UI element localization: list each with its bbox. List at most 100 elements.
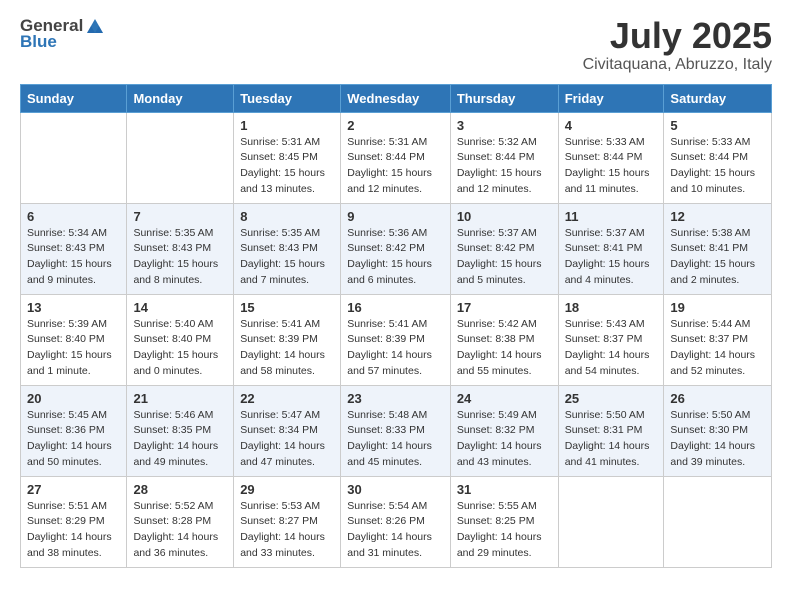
- calendar-cell: [664, 476, 772, 567]
- day-number: 13: [27, 300, 120, 315]
- calendar-cell: 25 Sunrise: 5:50 AMSunset: 8:31 PMDayligh…: [558, 385, 664, 476]
- calendar-cell: 6Sunrise: 5:34 AMSunset: 8:43 PMDaylight…: [21, 203, 127, 294]
- day-number: 3: [457, 118, 552, 133]
- calendar-cell: 9 Sunrise: 5:36 AMSunset: 8:42 PMDaylight…: [341, 203, 451, 294]
- calendar-cell: 5Sunrise: 5:33 AMSunset: 8:44 PMDaylight…: [664, 112, 772, 203]
- calendar-row: 6Sunrise: 5:34 AMSunset: 8:43 PMDaylight…: [21, 203, 772, 294]
- day-info: Sunrise: 5:41 AMSunset: 8:39 PMDaylight:…: [240, 317, 334, 380]
- col-tuesday: Tuesday: [234, 84, 341, 112]
- calendar-cell: 14 Sunrise: 5:40 AMSunset: 8:40 PMDayligh…: [127, 294, 234, 385]
- day-number: 31: [457, 482, 552, 497]
- day-info: Sunrise: 5:43 AMSunset: 8:37 PMDaylight:…: [565, 317, 658, 380]
- day-number: 23: [347, 391, 444, 406]
- day-info: Sunrise: 5:45 AMSunset: 8:36 PMDaylight:…: [27, 408, 120, 471]
- day-number: 14: [133, 300, 227, 315]
- logo-icon: [85, 17, 105, 35]
- day-number: 15: [240, 300, 334, 315]
- calendar-cell: 7 Sunrise: 5:35 AMSunset: 8:43 PMDaylight…: [127, 203, 234, 294]
- day-info: Sunrise: 5:48 AMSunset: 8:33 PMDaylight:…: [347, 408, 444, 471]
- day-number: 6: [27, 209, 120, 224]
- day-info: Sunrise: 5:38 AMSunset: 8:41 PMDaylight:…: [670, 226, 765, 289]
- day-info: Sunrise: 5:51 AMSunset: 8:29 PMDaylight:…: [27, 499, 120, 562]
- calendar-cell: 8 Sunrise: 5:35 AMSunset: 8:43 PMDaylight…: [234, 203, 341, 294]
- day-number: 20: [27, 391, 120, 406]
- calendar-cell: 23 Sunrise: 5:48 AMSunset: 8:33 PMDayligh…: [341, 385, 451, 476]
- calendar-cell: 31 Sunrise: 5:55 AMSunset: 8:25 PMDayligh…: [450, 476, 558, 567]
- day-number: 29: [240, 482, 334, 497]
- calendar-row: 13Sunrise: 5:39 AMSunset: 8:40 PMDayligh…: [21, 294, 772, 385]
- calendar-cell: 2 Sunrise: 5:31 AMSunset: 8:44 PMDaylight…: [341, 112, 451, 203]
- calendar-cell: 30 Sunrise: 5:54 AMSunset: 8:26 PMDayligh…: [341, 476, 451, 567]
- day-number: 27: [27, 482, 120, 497]
- day-info: Sunrise: 5:40 AMSunset: 8:40 PMDaylight:…: [133, 317, 227, 380]
- calendar-header-row: Sunday Monday Tuesday Wednesday Thursday…: [21, 84, 772, 112]
- calendar-cell: 24 Sunrise: 5:49 AMSunset: 8:32 PMDayligh…: [450, 385, 558, 476]
- day-info: Sunrise: 5:37 AMSunset: 8:42 PMDaylight:…: [457, 226, 552, 289]
- calendar-cell: 21 Sunrise: 5:46 AMSunset: 8:35 PMDayligh…: [127, 385, 234, 476]
- calendar-cell: 12 Sunrise: 5:38 AMSunset: 8:41 PMDayligh…: [664, 203, 772, 294]
- calendar-row: 1 Sunrise: 5:31 AMSunset: 8:45 PMDaylight…: [21, 112, 772, 203]
- calendar-cell: 18Sunrise: 5:43 AMSunset: 8:37 PMDayligh…: [558, 294, 664, 385]
- day-number: 30: [347, 482, 444, 497]
- col-thursday: Thursday: [450, 84, 558, 112]
- day-info: Sunrise: 5:55 AMSunset: 8:25 PMDaylight:…: [457, 499, 552, 562]
- logo-blue: Blue: [20, 32, 57, 52]
- day-number: 12: [670, 209, 765, 224]
- calendar-cell: 22Sunrise: 5:47 AMSunset: 8:34 PMDayligh…: [234, 385, 341, 476]
- calendar-row: 20 Sunrise: 5:45 AMSunset: 8:36 PMDayligh…: [21, 385, 772, 476]
- calendar-cell: [21, 112, 127, 203]
- day-number: 25: [565, 391, 658, 406]
- header: General Blue July 2025 Civitaquana, Abru…: [20, 16, 772, 74]
- day-number: 24: [457, 391, 552, 406]
- day-info: Sunrise: 5:36 AMSunset: 8:42 PMDaylight:…: [347, 226, 444, 289]
- calendar-cell: 27 Sunrise: 5:51 AMSunset: 8:29 PMDayligh…: [21, 476, 127, 567]
- day-info: Sunrise: 5:31 AMSunset: 8:44 PMDaylight:…: [347, 135, 444, 198]
- day-info: Sunrise: 5:32 AMSunset: 8:44 PMDaylight:…: [457, 135, 552, 198]
- calendar-cell: 10 Sunrise: 5:37 AMSunset: 8:42 PMDayligh…: [450, 203, 558, 294]
- day-info: Sunrise: 5:31 AMSunset: 8:45 PMDaylight:…: [240, 135, 334, 198]
- calendar-cell: 3 Sunrise: 5:32 AMSunset: 8:44 PMDaylight…: [450, 112, 558, 203]
- day-number: 16: [347, 300, 444, 315]
- month-title: July 2025: [583, 16, 772, 56]
- calendar-cell: 1 Sunrise: 5:31 AMSunset: 8:45 PMDaylight…: [234, 112, 341, 203]
- day-info: Sunrise: 5:46 AMSunset: 8:35 PMDaylight:…: [133, 408, 227, 471]
- day-number: 9: [347, 209, 444, 224]
- day-number: 10: [457, 209, 552, 224]
- day-number: 11: [565, 209, 658, 224]
- col-sunday: Sunday: [21, 84, 127, 112]
- calendar-cell: 26 Sunrise: 5:50 AMSunset: 8:30 PMDayligh…: [664, 385, 772, 476]
- day-number: 2: [347, 118, 444, 133]
- day-info: Sunrise: 5:35 AMSunset: 8:43 PMDaylight:…: [133, 226, 227, 289]
- calendar-row: 27 Sunrise: 5:51 AMSunset: 8:29 PMDayligh…: [21, 476, 772, 567]
- col-wednesday: Wednesday: [341, 84, 451, 112]
- col-monday: Monday: [127, 84, 234, 112]
- day-info: Sunrise: 5:50 AMSunset: 8:30 PMDaylight:…: [670, 408, 765, 471]
- day-number: 1: [240, 118, 334, 133]
- location-title: Civitaquana, Abruzzo, Italy: [583, 56, 772, 74]
- day-number: 21: [133, 391, 227, 406]
- day-info: Sunrise: 5:49 AMSunset: 8:32 PMDaylight:…: [457, 408, 552, 471]
- calendar-cell: 13Sunrise: 5:39 AMSunset: 8:40 PMDayligh…: [21, 294, 127, 385]
- day-info: Sunrise: 5:47 AMSunset: 8:34 PMDaylight:…: [240, 408, 334, 471]
- calendar-cell: 15 Sunrise: 5:41 AMSunset: 8:39 PMDayligh…: [234, 294, 341, 385]
- day-number: 7: [133, 209, 227, 224]
- day-info: Sunrise: 5:41 AMSunset: 8:39 PMDaylight:…: [347, 317, 444, 380]
- day-number: 5: [670, 118, 765, 133]
- day-info: Sunrise: 5:50 AMSunset: 8:31 PMDaylight:…: [565, 408, 658, 471]
- calendar-cell: 4 Sunrise: 5:33 AMSunset: 8:44 PMDaylight…: [558, 112, 664, 203]
- calendar-cell: [558, 476, 664, 567]
- day-info: Sunrise: 5:33 AMSunset: 8:44 PMDaylight:…: [565, 135, 658, 198]
- day-info: Sunrise: 5:37 AMSunset: 8:41 PMDaylight:…: [565, 226, 658, 289]
- day-info: Sunrise: 5:35 AMSunset: 8:43 PMDaylight:…: [240, 226, 334, 289]
- calendar-cell: 28Sunrise: 5:52 AMSunset: 8:28 PMDayligh…: [127, 476, 234, 567]
- calendar-cell: [127, 112, 234, 203]
- day-number: 4: [565, 118, 658, 133]
- calendar-cell: 11 Sunrise: 5:37 AMSunset: 8:41 PMDayligh…: [558, 203, 664, 294]
- day-number: 26: [670, 391, 765, 406]
- day-info: Sunrise: 5:53 AMSunset: 8:27 PMDaylight:…: [240, 499, 334, 562]
- calendar-cell: 29 Sunrise: 5:53 AMSunset: 8:27 PMDayligh…: [234, 476, 341, 567]
- day-number: 8: [240, 209, 334, 224]
- day-info: Sunrise: 5:54 AMSunset: 8:26 PMDaylight:…: [347, 499, 444, 562]
- calendar-cell: 17Sunrise: 5:42 AMSunset: 8:38 PMDayligh…: [450, 294, 558, 385]
- day-number: 28: [133, 482, 227, 497]
